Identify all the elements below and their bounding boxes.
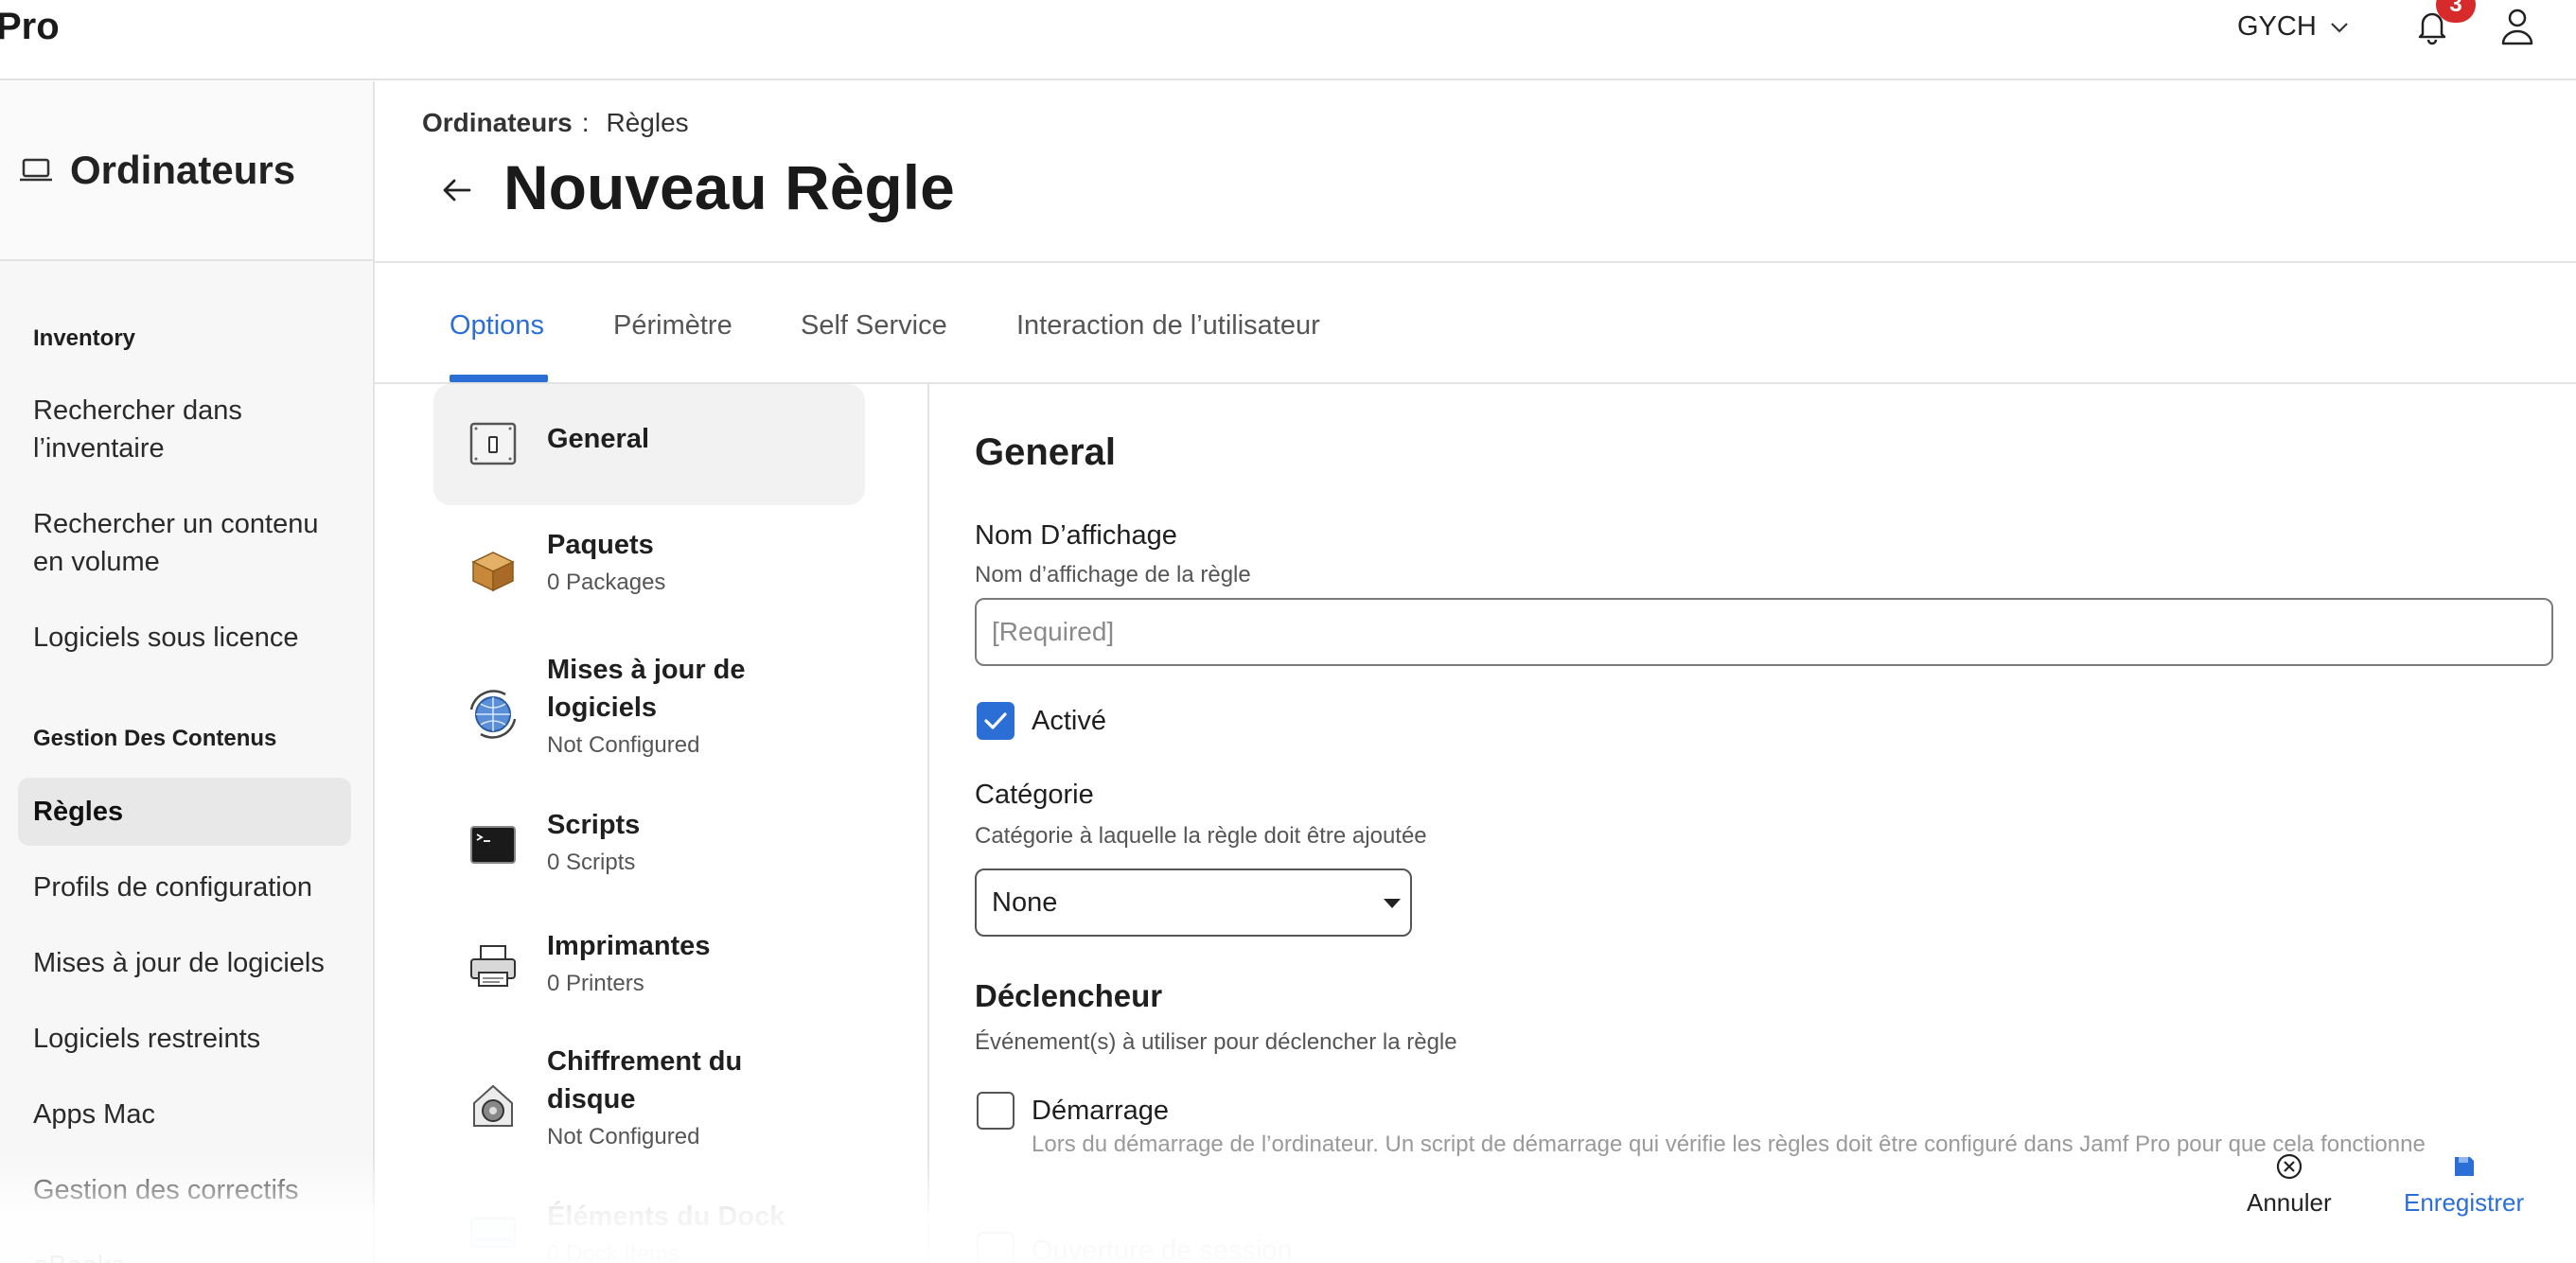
display-name-label: Nom D’affichage (975, 520, 1177, 551)
tab-scope[interactable]: Périmètre (613, 310, 732, 342)
payload-disk-encryption[interactable]: Chiffrement du disque Not Configured (433, 1043, 865, 1167)
payload-packages[interactable]: Paquets 0 Packages (433, 526, 865, 630)
category-help: Catégorie à laquelle la règle doit être … (975, 823, 1427, 849)
startup-checkbox[interactable] (977, 1092, 1015, 1130)
payload-subtitle: 0 Scripts (547, 850, 636, 875)
payload-subtitle: 0 Printers (547, 971, 644, 996)
user-icon[interactable] (2498, 6, 2536, 47)
category-select[interactable]: None (975, 868, 1412, 937)
sidebar-item-mac-apps[interactable]: Apps Mac (33, 1096, 345, 1133)
payload-title: General (547, 424, 649, 454)
sidebar-item-config-profiles[interactable]: Profils de configuration (33, 868, 345, 906)
terminal-icon (470, 826, 516, 864)
page-title: Nouveau Règle (503, 152, 955, 222)
save-label: Enregistrer (2404, 1188, 2525, 1217)
payload-title: Imprimantes (547, 931, 711, 961)
form-heading: General (975, 431, 1116, 473)
payload-general[interactable]: General (433, 384, 865, 505)
sidebar-item-content-search[interactable]: Rechercher un contenu en volume (33, 505, 345, 581)
tab-options[interactable]: Options (450, 310, 544, 342)
sidebar-section-inventory: Inventory (33, 325, 136, 351)
sidebar-item-restricted-software[interactable]: Logiciels restreints (33, 1020, 345, 1058)
sidebar-item-patch-management[interactable]: Gestion des correctifs (33, 1171, 345, 1209)
cancel-label: Annuler (2247, 1188, 2332, 1217)
org-switcher[interactable]: GYCH (2237, 11, 2349, 43)
payload-printers[interactable]: Imprimantes 0 Printers (433, 921, 865, 1007)
cancel-circle-x-icon (2276, 1153, 2302, 1180)
sidebar-title-text: Ordinateurs (70, 148, 296, 192)
payload-subtitle: Not Configured (547, 732, 700, 758)
payload-title: Chiffrement du disque (547, 1046, 743, 1114)
tab-self-service[interactable]: Self Service (801, 310, 947, 342)
chevron-down-icon (2331, 22, 2348, 33)
dock-icon (470, 1218, 516, 1248)
org-name: GYCH (2237, 11, 2317, 42)
save-button[interactable]: Enregistrer (2404, 1152, 2524, 1218)
save-icon (2454, 1157, 2474, 1176)
payload-title: Mises à jour de logiciels (547, 655, 746, 723)
trigger-help: Événement(s) à utiliser pour déclencher … (975, 1029, 1457, 1055)
sidebar-section-content-management: Gestion Des Contenus (33, 726, 277, 751)
package-box-icon (471, 552, 515, 592)
payload-dock-items[interactable]: Éléments du Dock 0 Dock Items (433, 1198, 865, 1263)
breadcrumb-separator: : (581, 108, 590, 137)
tab-user-interaction[interactable]: Interaction de l’utilisateur (1016, 310, 1320, 342)
brand-logo-text: Pro (0, 6, 60, 47)
general-switch-icon (469, 422, 517, 465)
login-checkbox[interactable] (977, 1232, 1015, 1263)
checkmark-icon (984, 712, 1007, 729)
payload-title: Éléments du Dock (547, 1202, 785, 1232)
sidebar-item-software-updates[interactable]: Mises à jour de logiciels (33, 944, 345, 982)
cancel-button[interactable]: Annuler (2247, 1152, 2332, 1218)
payload-title: Paquets (547, 530, 654, 560)
enabled-checkbox[interactable] (977, 702, 1015, 740)
printer-icon (470, 945, 516, 987)
breadcrumb-current: Règles (606, 108, 689, 137)
general-form: General Nom D’affichage Nom d’affichage … (931, 384, 2576, 1263)
payload-title: Scripts (547, 810, 641, 840)
software-update-globe-icon (469, 690, 517, 739)
startup-label: Démarrage (1032, 1096, 1170, 1126)
category-selected-value: None (992, 887, 1058, 918)
category-label: Catégorie (975, 780, 1094, 810)
payload-list: General Paquets 0 Packages Mises à jour … (375, 384, 929, 1263)
disk-encryption-icon (473, 1084, 513, 1127)
sidebar-item-policies[interactable]: Règles (18, 778, 351, 846)
payload-subtitle: 0 Packages (547, 570, 666, 595)
caret-down-icon (1384, 899, 1401, 908)
sidebar-header: Ordinateurs (0, 81, 373, 261)
payload-subtitle: 0 Dock Items (547, 1241, 680, 1263)
top-bar: Pro GYCH 3 (0, 0, 2576, 80)
sidebar-item-licensed-software[interactable]: Logiciels sous licence (33, 619, 345, 657)
login-label: Ouverture de session (1032, 1236, 1293, 1263)
display-name-input[interactable] (975, 598, 2553, 666)
sidebar-item-ebooks[interactable]: eBooks (33, 1247, 345, 1263)
breadcrumb-parent[interactable]: Ordinateurs (422, 108, 573, 137)
sidebar: Ordinateurs Inventory Rechercher dans l’… (0, 81, 375, 1263)
trigger-heading: Déclencheur (975, 978, 1163, 1013)
sidebar-title: Ordinateurs (19, 148, 295, 193)
back-arrow-icon[interactable] (437, 170, 477, 210)
payload-subtitle: Not Configured (547, 1124, 700, 1149)
payload-software-updates[interactable]: Mises à jour de logiciels Not Configured (433, 651, 865, 776)
breadcrumb: Ordinateurs: Règles (422, 108, 689, 138)
display-name-help: Nom d’affichage de la règle (975, 562, 1251, 588)
laptop-icon (20, 158, 52, 182)
payload-scripts[interactable]: Scripts 0 Scripts (433, 800, 865, 886)
tab-bar: Options Périmètre Self Service Interacti… (375, 263, 2576, 384)
enabled-label: Activé (1032, 706, 1106, 736)
sidebar-item-inventory-search[interactable]: Rechercher dans l’inventaire (33, 392, 345, 467)
active-tab-indicator (450, 375, 548, 382)
